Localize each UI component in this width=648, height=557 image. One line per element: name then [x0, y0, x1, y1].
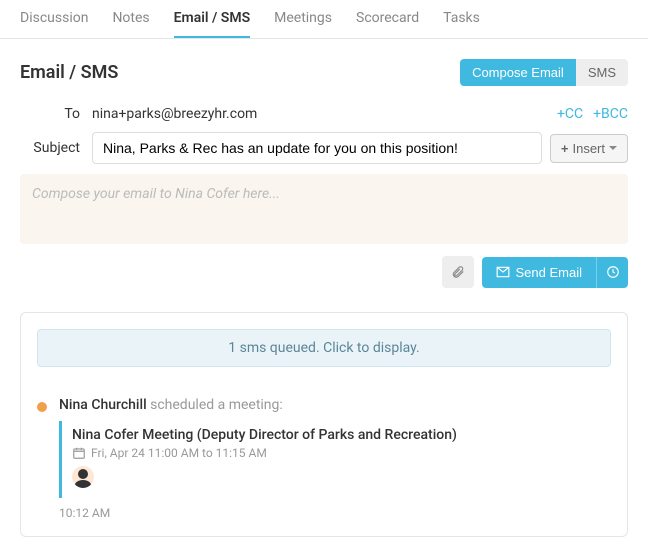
compose-textarea[interactable]: Compose your email to Nina Cofer here... [20, 174, 628, 244]
envelope-icon [496, 265, 510, 279]
activity-action: scheduled a meeting: [147, 397, 283, 413]
add-bcc-link[interactable]: +BCC [593, 106, 628, 122]
compose-toggle-group: Compose Email SMS [460, 59, 628, 86]
tab-notes[interactable]: Notes [112, 0, 149, 38]
avatar [72, 466, 94, 488]
to-value: nina+parks@breezyhr.com [92, 106, 628, 122]
activity-status-dot [37, 402, 47, 412]
paperclip-icon [451, 265, 465, 279]
insert-button[interactable]: + Insert [550, 134, 628, 163]
activity-item: Nina Churchill scheduled a meeting: Nina… [37, 397, 611, 520]
send-label: Send Email [516, 265, 582, 280]
plus-icon: + [561, 141, 569, 156]
meeting-time-text: Fri, Apr 24 11:00 AM to 11:15 AM [91, 446, 267, 460]
activity-timestamp: 10:12 AM [59, 506, 611, 520]
add-cc-link[interactable]: +CC [557, 106, 583, 122]
meeting-card[interactable]: Nina Cofer Meeting (Deputy Director of P… [59, 421, 611, 498]
calendar-icon [72, 446, 86, 460]
insert-label: Insert [572, 141, 605, 156]
meeting-title: Nina Cofer Meeting (Deputy Director of P… [72, 427, 601, 443]
compose-email-button[interactable]: Compose Email [460, 59, 576, 86]
tab-tasks[interactable]: Tasks [443, 0, 480, 38]
tab-discussion[interactable]: Discussion [20, 0, 88, 38]
meeting-time-row: Fri, Apr 24 11:00 AM to 11:15 AM [72, 446, 601, 460]
subject-input[interactable] [92, 132, 542, 164]
tab-scorecard[interactable]: Scorecard [356, 0, 419, 38]
clock-icon [606, 265, 620, 279]
activity-author: Nina Churchill [59, 397, 147, 413]
subject-label: Subject [20, 140, 80, 156]
chevron-down-icon [609, 146, 617, 150]
tab-email-sms[interactable]: Email / SMS [174, 0, 250, 38]
tab-bar: Discussion Notes Email / SMS Meetings Sc… [0, 0, 648, 39]
send-email-button[interactable]: Send Email [482, 257, 596, 288]
meeting-attendee-avatar [72, 466, 601, 492]
thread-panel: 1 sms queued. Click to display. Nina Chu… [20, 312, 628, 537]
page-title: Email / SMS [20, 62, 118, 83]
send-options-button[interactable] [596, 257, 628, 288]
tab-meetings[interactable]: Meetings [274, 0, 332, 38]
sms-button[interactable]: SMS [576, 59, 628, 86]
to-label: To [20, 106, 80, 122]
activity-title: Nina Churchill scheduled a meeting: [59, 397, 611, 413]
queued-sms-banner[interactable]: 1 sms queued. Click to display. [37, 329, 611, 367]
attachment-button[interactable] [442, 256, 474, 288]
